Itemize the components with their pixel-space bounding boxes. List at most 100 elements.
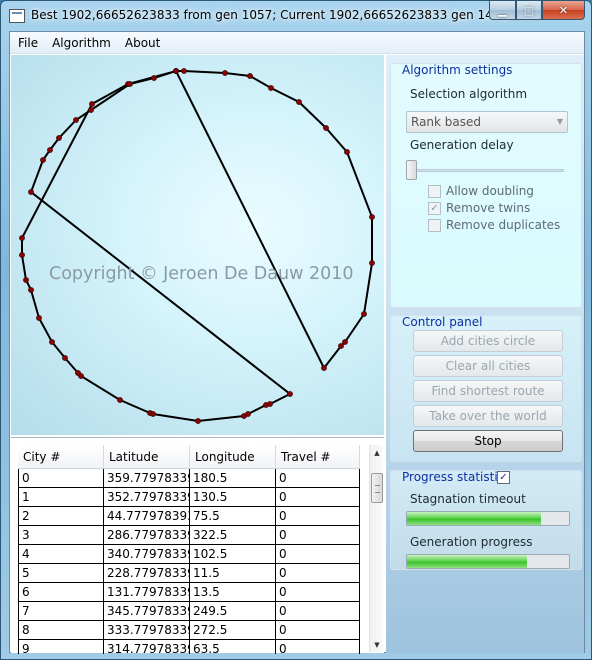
table-row[interactable]: 3286.779783393322.50 [18,526,368,545]
column-header-longitude[interactable]: Longitude [190,445,276,469]
table-cell[interactable]: 4 [18,545,104,564]
algorithm-settings-title: Algorithm settings [402,63,513,77]
take-over-world-button[interactable]: Take over the world [413,405,563,427]
table-cell[interactable]: 131.779783393 [104,583,190,602]
table-row[interactable]: 244.777978393575.50 [18,507,368,526]
table-cell[interactable]: 249.5 [190,602,276,621]
table-cell[interactable]: 322.5 [190,526,276,545]
close-icon: ✕ [558,3,569,17]
find-shortest-route-button[interactable]: Find shortest route [413,380,563,402]
allow-doubling-option[interactable]: Allow doubling [428,184,534,198]
table-cell[interactable]: 44.7779783935 [104,507,190,526]
scroll-up-icon[interactable]: ▲ [371,447,383,459]
table-cell[interactable]: 0 [276,602,360,621]
menu-file[interactable]: File [12,36,44,50]
side-panel: Algorithm settings Selection algorithm R… [386,55,584,653]
maximize-button[interactable]: □ [516,1,542,20]
column-header-travel[interactable]: Travel # [276,445,360,469]
city-dot [117,397,123,403]
column-header-latitude[interactable]: Latitude [104,445,190,469]
table-cell[interactable]: 5 [18,564,104,583]
table-cell[interactable]: 1 [18,488,104,507]
table-cell[interactable]: 0 [276,469,360,488]
generation-delay-track[interactable] [410,169,564,172]
table-row[interactable]: 6131.77978339313.50 [18,583,368,602]
chevron-down-icon: ▼ [556,117,563,126]
city-dot [247,73,253,79]
title-bar[interactable]: Best 1902,66652623833 from gen 1057; Cur… [1,1,591,31]
table-cell[interactable]: 6 [18,583,104,602]
table-cell[interactable]: 63.5 [190,640,276,654]
table-cell[interactable]: 11.5 [190,564,276,583]
table-cell[interactable]: 130.5 [190,488,276,507]
caption-buttons: ▁ □ ✕ [489,1,585,20]
table-cell[interactable]: 345.779783393 [104,602,190,621]
table-row[interactable]: 7345.779783393249.50 [18,602,368,621]
remove-twins-label: Remove twins [446,201,531,215]
table-cell[interactable]: 0 [276,621,360,640]
scroll-thumb[interactable] [371,473,383,503]
stop-button[interactable]: Stop [413,430,563,452]
table-cell[interactable]: 75.5 [190,507,276,526]
table-row[interactable]: 5228.77978339311.50 [18,564,368,583]
allow-doubling-checkbox[interactable] [428,184,441,198]
table-row[interactable]: 1352.779783393130.50 [18,488,368,507]
clear-all-cities-button[interactable]: Clear all cities [413,355,563,377]
table-cell[interactable]: 340.779783393 [104,545,190,564]
grid-body: 0359.779783393180.501352.779783393130.50… [18,469,368,654]
table-row[interactable]: 4340.779783393102.50 [18,545,368,564]
table-cell[interactable]: 0 [276,488,360,507]
remove-duplicates-option[interactable]: Remove duplicates [428,218,560,232]
table-cell[interactable]: 0 [276,564,360,583]
close-button[interactable]: ✕ [542,1,585,20]
table-cell[interactable]: 314.779783393 [104,640,190,654]
table-cell[interactable]: 9 [18,640,104,654]
route-map [19,68,375,424]
table-row[interactable]: 0359.779783393180.50 [18,469,368,488]
grid-scrollbar[interactable]: ▲ ▼ [369,445,383,652]
remove-twins-checkbox[interactable]: ✓ [428,201,441,215]
city-dot [78,373,84,379]
city-dot [73,117,79,123]
selection-algorithm-select[interactable]: Rank based ▼ [406,111,568,133]
table-cell[interactable]: 0 [276,526,360,545]
table-cell[interactable]: 8 [18,621,104,640]
table-cell[interactable]: 0 [18,469,104,488]
city-dot [369,214,375,220]
column-header-city[interactable]: City # [18,445,104,469]
menu-algorithm[interactable]: Algorithm [46,36,117,50]
route-canvas[interactable]: Copyright © Jeroen De Dauw 2010 [11,55,384,435]
table-cell[interactable]: 180.5 [190,469,276,488]
table-row[interactable]: 8333.779783393272.50 [18,621,368,640]
table-row[interactable]: 9314.77978339363.50 [18,640,368,654]
algorithm-settings-panel: Algorithm settings Selection algorithm R… [390,63,582,308]
scroll-down-icon[interactable]: ▼ [371,639,383,651]
minimize-button[interactable]: ▁ [489,1,516,20]
table-cell[interactable]: 0 [276,545,360,564]
city-dot [28,189,34,195]
table-cell[interactable]: 0 [276,583,360,602]
generation-progress-label: Generation progress [410,535,533,549]
table-cell[interactable]: 359.779783393 [104,469,190,488]
maximize-icon: □ [523,3,535,17]
table-cell[interactable]: 228.779783393 [104,564,190,583]
table-cell[interactable]: 272.5 [190,621,276,640]
table-cell[interactable]: 13.5 [190,583,276,602]
table-cell[interactable]: 102.5 [190,545,276,564]
table-cell[interactable]: 352.779783393 [104,488,190,507]
add-cities-circle-button[interactable]: Add cities circle [413,330,563,352]
menu-about[interactable]: About [119,36,166,50]
remove-duplicates-checkbox[interactable] [428,218,441,232]
table-cell[interactable]: 333.779783393 [104,621,190,640]
table-cell[interactable]: 0 [276,640,360,654]
table-cell[interactable]: 0 [276,507,360,526]
city-dot [23,277,29,283]
table-cell[interactable]: 286.779783393 [104,526,190,545]
table-cell[interactable]: 7 [18,602,104,621]
remove-twins-option[interactable]: ✓ Remove twins [428,201,530,215]
table-cell[interactable]: 2 [18,507,104,526]
generation-delay-slider[interactable] [406,160,417,180]
table-cell[interactable]: 3 [18,526,104,545]
stagnation-timeout-fill [407,512,542,525]
progress-statistics-checkbox[interactable]: ✓ [497,471,510,484]
